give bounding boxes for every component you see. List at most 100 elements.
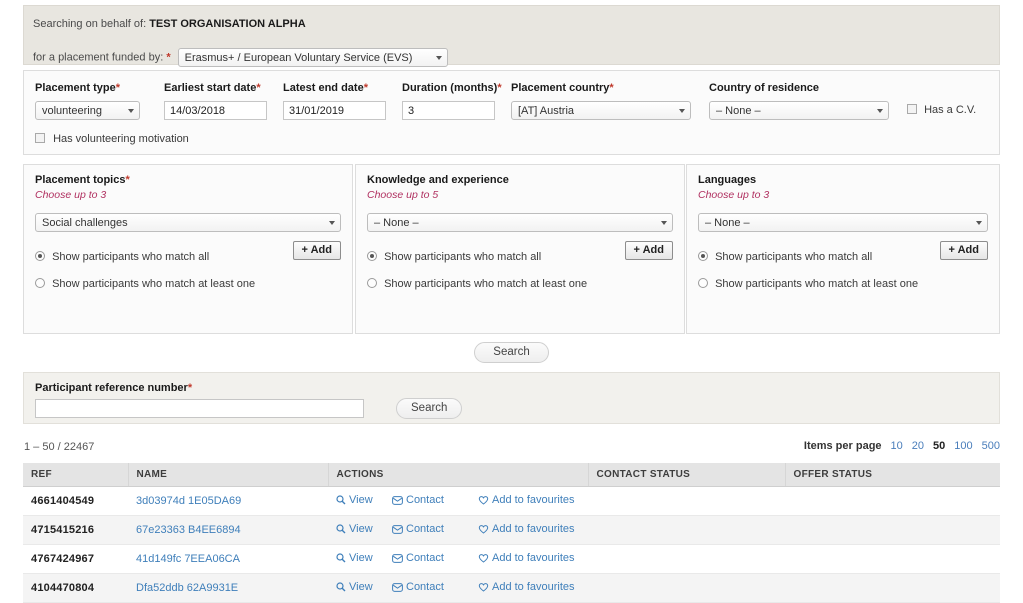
languages-panel: Languages Choose up to 3 – None – + Add …	[686, 164, 1000, 334]
languages-select[interactable]: – None –	[698, 213, 988, 232]
knowledge-experience-match-all-radio[interactable]	[367, 251, 377, 261]
chevron-down-icon	[329, 221, 335, 225]
funding-programme-value: Erasmus+ / European Voluntary Service (E…	[184, 52, 413, 64]
participant-name-link[interactable]: 67e23363 B4EE6894	[136, 524, 241, 536]
column-header-name[interactable]: NAME	[128, 463, 329, 487]
placement-topics-match-all-option[interactable]: Show participants who match all	[35, 251, 209, 263]
contact-action[interactable]: Contact	[392, 581, 478, 595]
languages-match-one-option[interactable]: Show participants who match at least one	[698, 278, 918, 290]
heart-icon	[478, 582, 489, 595]
funded-by-label: for a placement funded by:	[33, 51, 164, 64]
participant-name-link[interactable]: 41d149fc 7EEA06CA	[136, 553, 240, 565]
knowledge-experience-match-all-option[interactable]: Show participants who match all	[367, 251, 541, 263]
placement-topics-add-button[interactable]: + Add	[292, 241, 341, 260]
add-to-favourites-action[interactable]: Add to favourites	[478, 494, 575, 506]
main-search-button-row: Search	[0, 342, 1023, 363]
knowledge-experience-match-one-radio[interactable]	[367, 278, 377, 288]
view-action[interactable]: View	[336, 552, 392, 566]
knowledge-experience-match-one-label: Show participants who match at least one	[384, 278, 588, 290]
funded-by-required-marker: *	[166, 51, 171, 64]
country-of-residence-value: – None –	[716, 105, 761, 117]
main-search-button[interactable]: Search	[474, 342, 549, 363]
duration-input[interactable]: 3	[402, 101, 495, 120]
row-name: 67e23363 B4EE6894	[128, 515, 328, 545]
add-to-favourites-action[interactable]: Add to favourites	[478, 552, 575, 564]
column-header-offer-status[interactable]: OFFER STATUS	[785, 463, 1000, 487]
search-icon	[336, 582, 346, 595]
placement-topics-match-one-label: Show participants who match at least one	[52, 278, 256, 290]
chevron-down-icon	[877, 109, 883, 113]
placement-topics-match-one-option[interactable]: Show participants who match at least one	[35, 278, 255, 290]
languages-hint: Choose up to 3	[698, 189, 770, 201]
participant-name-link[interactable]: Dfa52ddb 62A9931E	[136, 582, 238, 594]
table-row: 4104470804 Dfa52ddb 62A9931E View Contact…	[23, 573, 1000, 603]
items-per-page-label: Items per page	[803, 440, 882, 452]
placement-topics-panel: Placement topics* Choose up to 3 Social …	[23, 164, 353, 334]
participant-name-link[interactable]: 3d03974d 1E05DA69	[136, 495, 241, 507]
knowledge-experience-add-button[interactable]: + Add	[624, 241, 673, 260]
row-name: 41d149fc 7EEA06CA	[128, 544, 328, 574]
chevron-down-icon	[679, 109, 685, 113]
placement-type-value: volunteering	[42, 105, 102, 117]
page-size-500[interactable]: 500	[982, 440, 1000, 452]
languages-add-button[interactable]: + Add	[939, 241, 988, 260]
languages-match-all-radio[interactable]	[698, 251, 708, 261]
field-duration: Duration (months)* 3	[402, 82, 502, 120]
row-ref: 4104470804	[23, 573, 128, 603]
view-action[interactable]: View	[336, 494, 392, 508]
placement-country-value: [AT] Austria	[518, 105, 575, 117]
row-actions: View Contact Add to favourites	[328, 486, 588, 516]
participant-reference-search-button[interactable]: Search	[396, 398, 463, 419]
page-size-100[interactable]: 100	[954, 440, 972, 452]
placement-type-select[interactable]: volunteering	[35, 101, 140, 120]
results-table: REF NAME ACTIONS CONTACT STATUS OFFER ST…	[23, 463, 1000, 603]
latest-end-date-input[interactable]: 31/01/2019	[283, 101, 386, 120]
placement-topics-match-one-radio[interactable]	[35, 278, 45, 288]
page-size-20[interactable]: 20	[912, 440, 924, 452]
envelope-icon	[392, 583, 403, 595]
field-has-volunteering-motivation[interactable]: Has volunteering motivation	[35, 133, 189, 145]
funding-programme-select[interactable]: Erasmus+ / European Voluntary Service (E…	[177, 48, 448, 67]
placement-topics-title: Placement topics*	[35, 174, 130, 186]
has-volunteering-motivation-checkbox[interactable]	[35, 133, 45, 143]
contact-action[interactable]: Contact	[392, 494, 478, 508]
earliest-start-date-input[interactable]: 14/03/2018	[164, 101, 267, 120]
field-earliest-start-date: Earliest start date* 14/03/2018	[164, 82, 267, 120]
column-header-ref[interactable]: REF	[23, 463, 129, 487]
placement-topics-value: Social challenges	[42, 217, 128, 229]
searching-on-behalf-line: Searching on behalf of: TEST ORGANISATIO…	[33, 18, 306, 30]
placement-topics-select[interactable]: Social challenges	[35, 213, 341, 232]
knowledge-experience-select[interactable]: – None –	[367, 213, 673, 232]
row-offer-status	[785, 573, 1000, 603]
view-action[interactable]: View	[336, 581, 392, 595]
column-header-contact-status[interactable]: CONTACT STATUS	[588, 463, 786, 487]
languages-match-one-radio[interactable]	[698, 278, 708, 288]
knowledge-experience-value: – None –	[374, 217, 419, 229]
contact-action[interactable]: Contact	[392, 523, 478, 537]
heart-icon	[478, 495, 489, 508]
view-action[interactable]: View	[336, 523, 392, 537]
heart-icon	[478, 553, 489, 566]
field-has-cv[interactable]: Has a C.V.	[907, 104, 976, 116]
row-offer-status	[785, 515, 1000, 545]
country-of-residence-select[interactable]: – None –	[709, 101, 889, 120]
placement-country-select[interactable]: [AT] Austria	[511, 101, 691, 120]
languages-match-all-option[interactable]: Show participants who match all	[698, 251, 872, 263]
page-size-10[interactable]: 10	[891, 440, 903, 452]
field-placement-country: Placement country* [AT] Austria	[511, 82, 691, 120]
search-criteria-panel: Placement type* volunteering Earliest st…	[23, 70, 1000, 155]
row-contact-status	[588, 544, 785, 574]
column-header-actions: ACTIONS	[328, 463, 589, 487]
has-cv-checkbox[interactable]	[907, 104, 917, 114]
page-size-50[interactable]: 50	[933, 440, 945, 452]
knowledge-experience-match-one-option[interactable]: Show participants who match at least one	[367, 278, 587, 290]
participant-reference-input[interactable]	[35, 399, 364, 418]
add-to-favourites-action[interactable]: Add to favourites	[478, 581, 575, 593]
participant-reference-search-panel: Participant reference number* Search	[23, 372, 1000, 424]
contact-action[interactable]: Contact	[392, 552, 478, 566]
placement-topics-match-all-radio[interactable]	[35, 251, 45, 261]
languages-title: Languages	[698, 174, 757, 186]
row-ref: 4715415216	[23, 515, 128, 545]
duration-label: Duration (months)*	[402, 82, 502, 94]
add-to-favourites-action[interactable]: Add to favourites	[478, 523, 575, 535]
